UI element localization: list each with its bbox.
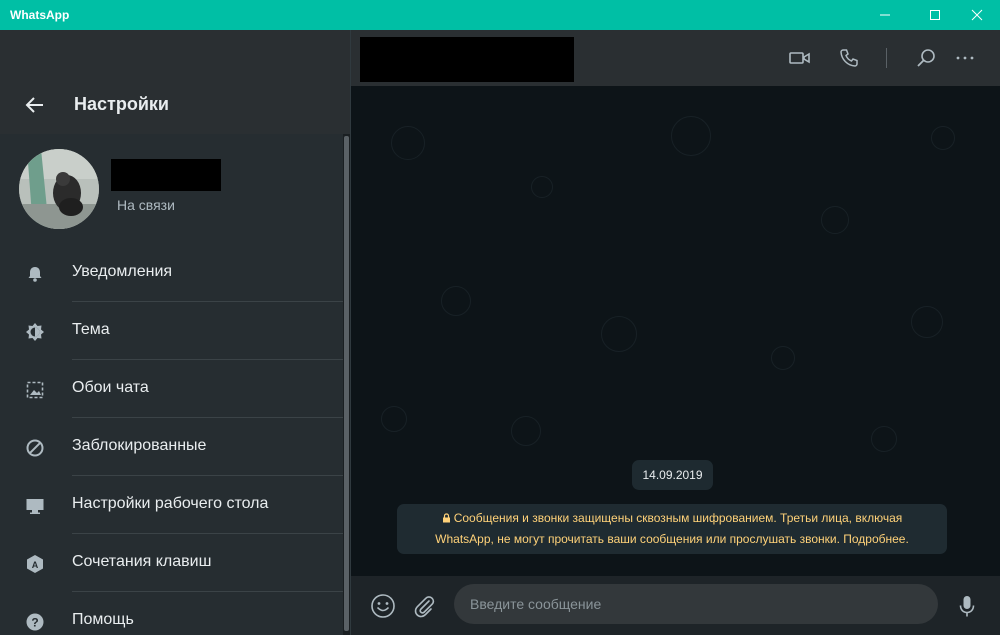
encryption-notice[interactable]: Сообщения и звонки защищены сквозным шиф… xyxy=(397,504,947,554)
minimize-icon xyxy=(880,14,890,16)
search-button[interactable] xyxy=(914,46,938,70)
voice-call-icon xyxy=(840,49,858,67)
chat-messages-area[interactable]: 14.09.2019 Сообщения и звонки защищены с… xyxy=(351,86,1000,576)
keyboard-shortcuts-icon: A xyxy=(27,555,43,573)
profile-name-redacted xyxy=(111,159,221,191)
chat-panel: 14.09.2019 Сообщения и звонки защищены с… xyxy=(350,30,1000,635)
encryption-notice-text-1: Сообщения и звонки защищены сквозным шиф… xyxy=(453,511,903,525)
profile-status: На связи xyxy=(117,197,175,213)
wallpaper-doodle xyxy=(531,176,553,198)
wallpaper-doodle xyxy=(441,286,471,316)
message-input[interactable] xyxy=(454,584,938,624)
bell-icon xyxy=(28,267,42,282)
message-composer xyxy=(351,576,1000,635)
header-separator xyxy=(886,48,887,68)
wallpaper-doodle xyxy=(931,126,955,150)
blocked-icon xyxy=(26,439,44,457)
wallpaper-doodle xyxy=(381,406,407,432)
settings-item-label: Настройки рабочего стола xyxy=(72,495,269,512)
profile-section[interactable]: На связи xyxy=(0,134,343,244)
desktop-icon xyxy=(26,499,44,514)
more-icon xyxy=(956,56,974,60)
attach-button[interactable] xyxy=(411,593,437,619)
wallpaper-doodle xyxy=(771,346,795,370)
settings-item-label: Тема xyxy=(72,321,110,338)
avatar-photo xyxy=(19,149,99,229)
search-icon xyxy=(917,49,935,67)
wallpaper-doodle xyxy=(821,206,849,234)
close-button[interactable] xyxy=(954,0,1000,30)
settings-item-wallpaper[interactable]: Обои чата xyxy=(0,360,343,418)
settings-item-label: Обои чата xyxy=(72,379,149,396)
theme-icon xyxy=(26,323,44,341)
svg-text:?: ? xyxy=(31,616,38,630)
help-icon: ? xyxy=(26,613,44,631)
contact-name-redacted[interactable] xyxy=(360,37,574,82)
svg-text:A: A xyxy=(32,560,39,570)
encryption-notice-line1: Сообщения и звонки защищены сквозным шиф… xyxy=(397,508,947,529)
wallpaper-doodle xyxy=(391,126,425,160)
encryption-notice-text-2: WhatsApp, не могут прочитать ваши сообще… xyxy=(435,532,909,546)
close-icon xyxy=(971,9,983,21)
more-options-button[interactable] xyxy=(953,46,977,70)
settings-item-help[interactable]: ? Помощь xyxy=(0,592,343,635)
back-arrow-icon xyxy=(25,97,43,113)
minimize-button[interactable] xyxy=(862,0,908,30)
voice-call-button[interactable] xyxy=(837,46,861,70)
settings-item-label: Заблокированные xyxy=(72,437,207,454)
settings-scrollbar[interactable] xyxy=(343,134,350,635)
window-titlebar: WhatsApp xyxy=(0,0,1000,30)
settings-item-shortcuts[interactable]: A Сочетания клавиш xyxy=(0,534,343,592)
wallpaper-doodle xyxy=(601,316,637,352)
wallpaper-doodle xyxy=(911,306,943,338)
settings-item-notifications[interactable]: Уведомления xyxy=(0,244,343,302)
settings-list: На связи Уведомления Тема Обои чата Забл… xyxy=(0,134,343,635)
settings-item-blocked[interactable]: Заблокированные xyxy=(0,418,343,476)
settings-item-label: Уведомления xyxy=(72,263,173,280)
emoji-button[interactable] xyxy=(370,593,396,619)
settings-item-theme[interactable]: Тема xyxy=(0,302,343,360)
settings-title: Настройки xyxy=(74,94,169,114)
wallpaper-doodle xyxy=(671,116,711,156)
lock-icon xyxy=(442,513,450,523)
settings-header: Настройки xyxy=(0,30,350,134)
video-call-button[interactable] xyxy=(788,46,812,70)
maximize-icon xyxy=(930,10,940,20)
settings-item-label: Сочетания клавиш xyxy=(72,553,212,570)
chat-header xyxy=(351,30,1000,86)
window-title: WhatsApp xyxy=(10,8,70,22)
video-call-icon xyxy=(789,52,810,64)
settings-item-desktop[interactable]: Настройки рабочего стола xyxy=(0,476,343,534)
back-button[interactable] xyxy=(24,94,46,116)
maximize-button[interactable] xyxy=(912,0,958,30)
scrollbar-thumb[interactable] xyxy=(344,136,349,631)
microphone-button[interactable] xyxy=(954,593,980,619)
wallpaper-icon xyxy=(26,381,44,399)
avatar[interactable] xyxy=(19,149,99,229)
wallpaper-doodle xyxy=(871,426,897,452)
settings-item-label: Помощь xyxy=(72,611,134,628)
date-separator: 14.09.2019 xyxy=(632,460,713,490)
settings-panel: Настройки На связи Уведомления Тема Обои… xyxy=(0,30,350,635)
wallpaper-doodle xyxy=(511,416,541,446)
